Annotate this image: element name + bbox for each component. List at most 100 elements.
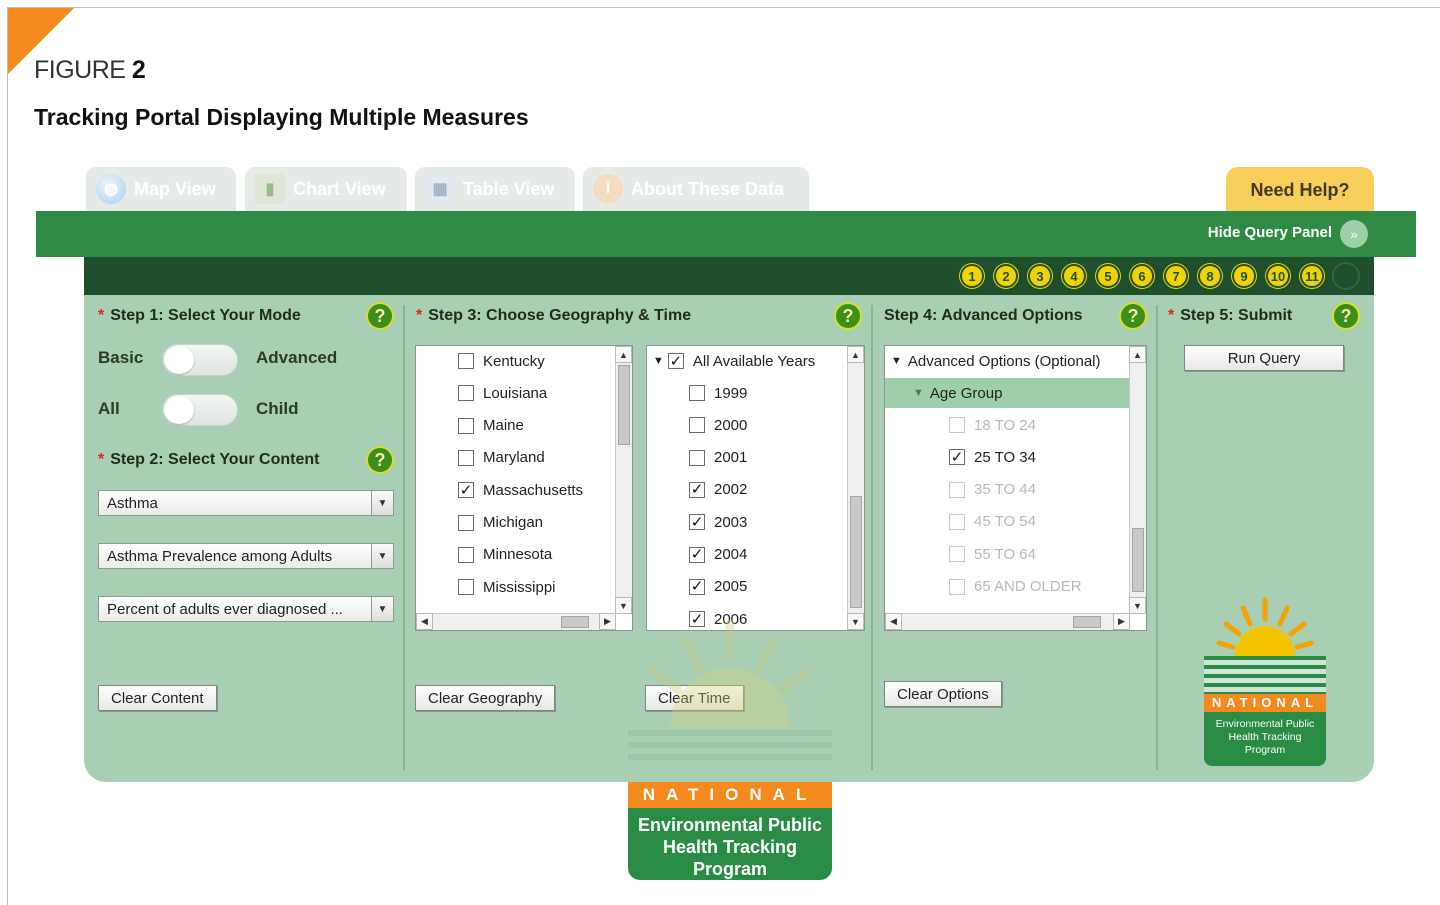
content-select[interactable]: Asthma ▼ [98,490,394,516]
step-indicator-11[interactable]: 11 [1300,264,1324,288]
step-indicator-4[interactable]: 4 [1062,264,1086,288]
tab-about-data[interactable]: i About These Data [583,167,809,211]
clear-options-button[interactable]: Clear Options [884,681,1002,707]
year-item[interactable]: 1999 [647,380,747,406]
hide-query-panel-link[interactable]: Hide Query Panel [1208,224,1332,241]
step-indicator-2[interactable]: 2 [994,264,1018,288]
checkbox[interactable]: ✓ [667,353,684,369]
age-group-option[interactable]: 18 TO 24 [885,410,1036,440]
mode-toggle[interactable] [162,344,238,376]
run-query-button[interactable]: Run Query [1184,345,1344,371]
vertical-scrollbar[interactable]: ▲ ▼ [847,346,864,630]
scroll-thumb[interactable] [618,365,630,445]
checkbox[interactable] [458,514,474,531]
chevron-down-icon[interactable]: ▼ [371,597,393,621]
checkbox[interactable] [689,385,705,401]
vertical-scrollbar[interactable]: ▲ ▼ [1129,346,1146,614]
scroll-right-icon[interactable]: ▶ [1113,613,1130,630]
checkbox[interactable]: ✓ [689,481,705,498]
horizontal-scrollbar[interactable]: ◀ ▶ [416,613,616,630]
scroll-up-icon[interactable]: ▲ [1129,346,1146,363]
year-item[interactable]: ✓ 2002 [647,477,747,503]
step-indicator-1[interactable]: 1 [960,264,984,288]
help-question-icon[interactable]: ? [366,302,394,330]
metric-select[interactable]: Percent of adults ever diagnosed ... ▼ [98,596,394,622]
geography-item[interactable]: Maryland [416,445,545,471]
year-item[interactable]: ✓ 2003 [647,509,747,535]
step-indicator-8[interactable]: 8 [1198,264,1222,288]
scroll-left-icon[interactable]: ◀ [885,613,902,630]
measure-select[interactable]: Asthma Prevalence among Adults ▼ [98,543,394,569]
age-group-option[interactable]: ✓ 25 TO 34 [885,442,1036,472]
checkbox[interactable]: ✓ [458,482,474,499]
geography-item[interactable]: Kentucky [416,348,545,374]
geography-item[interactable]: Maine [416,413,524,439]
checkbox[interactable]: ✓ [689,546,705,563]
scroll-up-icon[interactable]: ▲ [847,346,864,363]
checkbox[interactable] [949,513,965,530]
tab-map-view[interactable]: ◍ Map View [86,167,236,211]
geography-item[interactable]: ✓ Massachusetts [416,477,583,503]
checkbox[interactable] [949,417,965,433]
advanced-options-tree[interactable]: ▼ Advanced Options (Optional) ▼ Age Grou… [884,345,1147,631]
age-group-option[interactable]: 35 TO 44 [885,475,1036,505]
checkbox[interactable]: ✓ [689,578,705,595]
checkbox[interactable] [458,353,474,369]
checkbox[interactable] [949,546,965,563]
year-item[interactable]: ✓ 2005 [647,574,747,600]
step-indicator-10[interactable]: 10 [1266,264,1290,288]
scroll-thumb[interactable] [561,616,589,628]
scroll-thumb[interactable] [1132,528,1144,592]
geography-item[interactable]: Mississippi [416,574,556,600]
age-group-option[interactable]: 45 TO 54 [885,507,1036,537]
checkbox[interactable] [458,546,474,563]
year-item[interactable]: 2001 [647,445,747,471]
geography-item[interactable]: Michigan [416,510,543,536]
step-indicator-9[interactable]: 9 [1232,264,1256,288]
chevron-down-icon[interactable]: ▼ [371,491,393,515]
tree-group-age[interactable]: ▼ Age Group [885,378,1129,408]
tree-root[interactable]: ▼ Advanced Options (Optional) [885,346,1129,376]
checkbox[interactable] [458,579,474,596]
geography-item[interactable]: Louisiana [416,380,547,406]
step-indicator-7[interactable]: 7 [1164,264,1188,288]
step-indicator-6[interactable]: 6 [1130,264,1154,288]
scroll-down-icon[interactable]: ▼ [847,613,864,630]
scroll-down-icon[interactable]: ▼ [1129,597,1146,614]
scroll-left-icon[interactable]: ◀ [416,613,433,630]
need-help-tab[interactable]: Need Help? [1226,167,1374,213]
checkbox[interactable] [949,578,965,595]
step-indicator-5[interactable]: 5 [1096,264,1120,288]
vertical-scrollbar[interactable]: ▲ ▼ [615,346,632,614]
chevron-double-down-icon[interactable]: » [1340,220,1368,248]
checkbox[interactable]: ✓ [689,514,705,531]
scroll-up-icon[interactable]: ▲ [615,346,632,363]
scroll-thumb[interactable] [1073,616,1101,628]
step-indicator-3[interactable]: 3 [1028,264,1052,288]
help-question-icon[interactable]: ? [366,446,394,474]
checkbox[interactable] [458,385,474,402]
tab-table-view[interactable]: ▦ Table View [415,167,575,211]
checkbox[interactable] [689,449,705,466]
checkbox[interactable]: ✓ [949,449,965,466]
scroll-right-icon[interactable]: ▶ [599,613,616,630]
clear-content-button[interactable]: Clear Content [98,685,217,711]
age-group-option[interactable]: 55 TO 64 [885,539,1036,569]
checkbox[interactable] [458,417,474,434]
chevron-down-icon[interactable]: ▼ [371,544,393,568]
years-header-row[interactable]: ▼ ✓ All Available Years [647,348,815,374]
year-item[interactable]: 2000 [647,412,747,438]
tab-chart-view[interactable]: ▮ Chart View [245,167,407,211]
help-question-icon[interactable]: ? [834,302,862,330]
population-toggle[interactable] [162,394,238,426]
clear-geography-button[interactable]: Clear Geography [415,685,556,711]
age-group-option[interactable]: 65 AND OLDER [885,572,1082,602]
scroll-thumb[interactable] [850,496,862,608]
checkbox[interactable] [949,481,965,498]
checkbox[interactable] [689,417,705,434]
years-list[interactable]: ▼ ✓ All Available Years 1999 2000 2001 ✓ 200… [646,345,865,631]
horizontal-scrollbar[interactable]: ◀ ▶ [885,613,1130,630]
checkbox[interactable] [458,449,474,466]
help-question-icon[interactable]: ? [1119,302,1147,330]
geography-list[interactable]: Kentucky Louisiana Maine Maryland ✓ Massachus… [415,345,633,631]
